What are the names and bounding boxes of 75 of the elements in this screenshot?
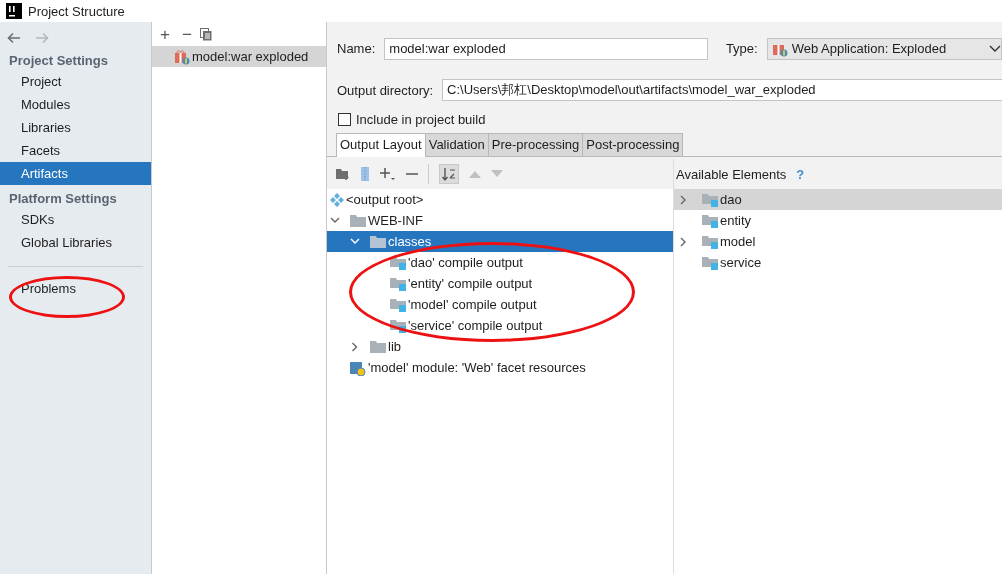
include-label: Include in project build <box>356 111 486 127</box>
output-directory-label: Output directory: <box>337 82 434 98</box>
type-label: Type: <box>725 41 758 56</box>
folder-icon <box>370 235 386 248</box>
name-field[interactable]: model:war exploded <box>384 37 708 60</box>
tree-row[interactable]: <output root> <box>327 189 673 210</box>
tree-row[interactable]: 'service' compile output <box>327 315 673 336</box>
window-title: Project Structure <box>28 3 125 19</box>
sidebar-item[interactable]: Global Libraries <box>0 231 151 254</box>
add-button[interactable]: + <box>156 25 174 43</box>
output-root-icon <box>330 192 344 207</box>
element-label: dao <box>720 192 742 207</box>
sidebar-item[interactable]: Artifacts <box>0 162 151 185</box>
artifact-label: model:war exploded <box>192 49 309 64</box>
type-dropdown[interactable]: Web Application: Exploded <box>766 37 1002 60</box>
folder-icon <box>370 340 386 353</box>
tree-row[interactable]: 'dao' compile output <box>327 252 673 273</box>
available-element-row[interactable]: dao <box>674 189 1002 210</box>
module-folder-icon <box>702 255 718 270</box>
tree-row[interactable]: 'model' module: 'Web' facet resources <box>327 357 673 378</box>
tree-label: 'model' compile output <box>408 297 537 312</box>
app-logo-icon <box>6 3 22 19</box>
available-element-row[interactable]: model <box>674 231 1002 252</box>
module-folder-icon <box>702 192 718 207</box>
war-artifact-icon <box>174 48 190 65</box>
sort-icon[interactable] <box>439 164 459 184</box>
module-folder-icon <box>702 213 718 228</box>
tab[interactable]: Post-processing <box>582 133 684 156</box>
include-checkbox[interactable] <box>338 112 351 126</box>
new-folder-icon[interactable] <box>336 168 350 180</box>
tree-label: 'dao' compile output <box>408 255 523 270</box>
module-folder-icon <box>702 234 718 249</box>
folder-icon <box>350 214 366 227</box>
name-label: Name: <box>337 41 376 56</box>
sidebar-item[interactable]: Project <box>0 70 151 93</box>
sidebar-item[interactable]: Problems <box>0 277 151 300</box>
sidebar-item[interactable]: Facets <box>0 139 151 162</box>
module-output-icon <box>390 276 406 291</box>
element-label: service <box>720 255 762 270</box>
tree-row[interactable]: 'entity' compile output <box>327 273 673 294</box>
tree-row[interactable]: classes <box>327 231 673 252</box>
module-output-icon <box>390 255 406 270</box>
section-header: Platform Settings <box>8 190 118 208</box>
add-icon[interactable] <box>380 167 396 181</box>
tree-row[interactable]: 'model' compile output <box>327 294 673 315</box>
artifact-item[interactable]: model:war exploded <box>152 46 326 67</box>
tree-label: <output root> <box>346 192 424 207</box>
output-directory-field[interactable]: C:\Users\邦杠\Desktop\model\out\artifacts\model_war_exploded <box>442 79 1002 101</box>
sidebar-item[interactable]: Modules <box>0 93 151 116</box>
caret-icon <box>989 44 1001 53</box>
tree-label: lib <box>388 339 401 354</box>
tree-label: 'entity' compile output <box>408 276 533 291</box>
tab[interactable]: Pre-processing <box>487 133 584 156</box>
available-element-row[interactable]: entity <box>674 210 1002 231</box>
tree-row[interactable]: WEB-INF <box>327 210 673 231</box>
section-header: Project Settings <box>8 52 109 70</box>
sidebar-item[interactable]: Libraries <box>0 116 151 139</box>
tab[interactable]: Output Layout <box>336 133 426 157</box>
tree-label: classes <box>388 234 432 249</box>
web-facet-icon <box>350 359 366 376</box>
available-elements-title: Available Elements <box>676 166 787 182</box>
element-label: model <box>720 234 756 249</box>
element-label: entity <box>720 213 752 228</box>
back-arrow-icon[interactable] <box>7 32 21 44</box>
available-element-row[interactable]: service <box>674 252 1002 273</box>
tree-label: 'service' compile output <box>408 318 543 333</box>
tree-label: WEB-INF <box>368 213 423 228</box>
copy-icon[interactable] <box>199 27 212 41</box>
tree-label: 'model' module: 'Web' facet resources <box>368 360 586 375</box>
tree-row[interactable]: lib <box>327 336 673 357</box>
tab[interactable]: Validation <box>424 133 489 156</box>
sidebar-item[interactable]: SDKs <box>0 208 151 231</box>
module-output-icon <box>390 318 406 333</box>
module-output-icon <box>390 297 406 312</box>
remove-button[interactable]: − <box>177 25 196 43</box>
